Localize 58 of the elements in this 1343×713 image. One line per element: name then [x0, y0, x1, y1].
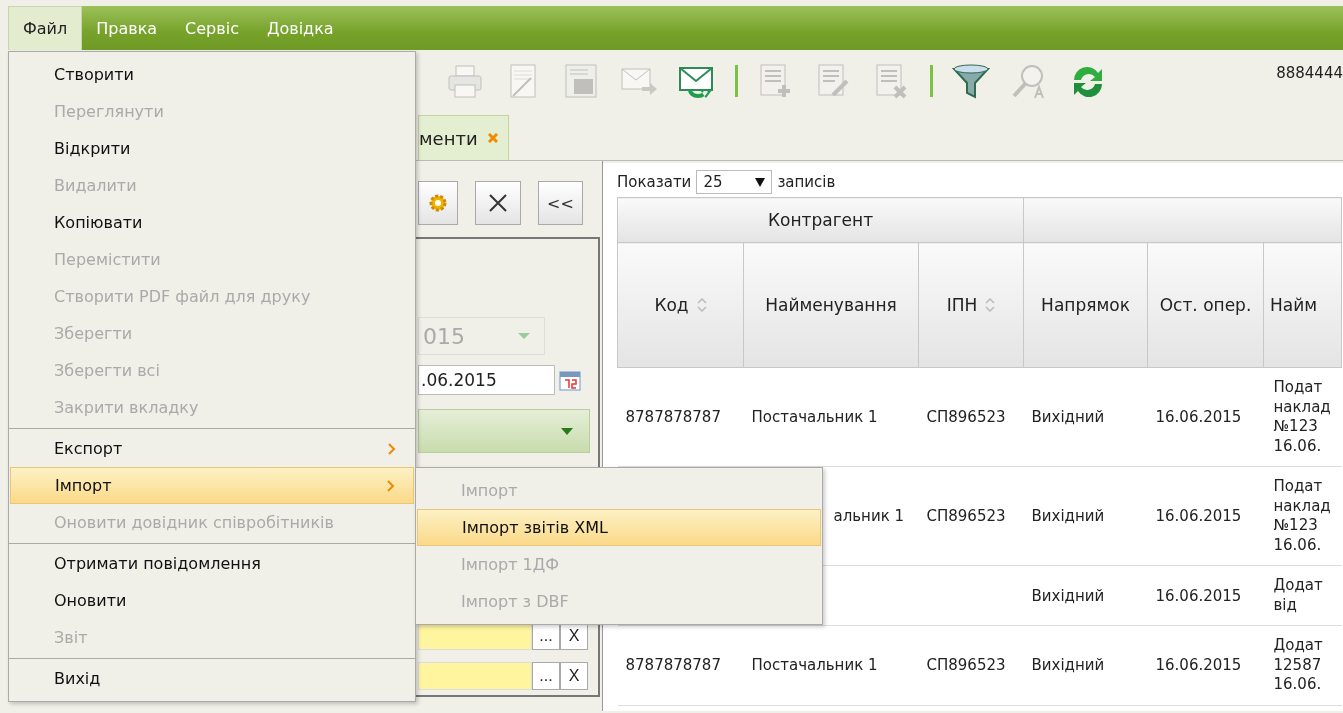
filter-icon [952, 63, 990, 99]
group-header: Контрагент [617, 197, 1024, 243]
table-cell: Подат наклад №123 16.06. [1263, 466, 1342, 566]
table-cell: Додат 12587 16.06. [1263, 625, 1342, 705]
menu-item[interactable]: Створити [10, 56, 414, 93]
menu-item[interactable]: Імпорт звітів XML [417, 509, 821, 546]
column-header[interactable]: Ост. опер. [1147, 242, 1264, 368]
table-cell: Вихідний [1023, 625, 1148, 705]
lookup-field[interactable] [418, 662, 532, 690]
page-size-select[interactable]: 25 [696, 170, 773, 194]
table-cell: СП896523 [918, 367, 1024, 467]
table-cell: Подат наклад №123 16.06. [1263, 367, 1342, 467]
close-icon [487, 133, 498, 143]
table-cell: 8787878787 [617, 367, 744, 467]
table-cell: Постачальник 1 [743, 367, 919, 467]
toolbar-button[interactable] [951, 61, 991, 101]
show-label: Показати [617, 173, 692, 191]
account-number: 8884444 [1276, 64, 1343, 82]
table-cell: Вихідний [1023, 466, 1148, 566]
table-cell: 16.06.2015 [1147, 625, 1264, 705]
dropdown[interactable] [418, 409, 590, 453]
close-button[interactable] [475, 181, 521, 225]
column-header[interactable]: ІПН [918, 242, 1024, 368]
spreadsheet-icon [562, 63, 600, 99]
menu-item[interactable]: Файл [8, 6, 83, 50]
table-cell: 16.06.2015 [1147, 367, 1264, 467]
gear-icon [427, 192, 449, 214]
table-cell: 16.06.2015 [1147, 565, 1264, 626]
column-header[interactable]: Найм [1263, 242, 1342, 368]
printer-icon [446, 63, 484, 99]
column-header[interactable]: Код [617, 242, 744, 368]
table-cell: Додат від [1263, 565, 1342, 626]
table-cell: СП896523 [918, 466, 1024, 566]
table-cell: Вихідний [1023, 565, 1148, 626]
column-header[interactable]: Напрямок [1023, 242, 1148, 368]
menu-item[interactable]: Відкрити [10, 130, 414, 167]
calendar-icon[interactable] [559, 369, 581, 391]
dropdown-arrow-icon [755, 177, 766, 187]
collapse-button[interactable]: << [538, 181, 583, 225]
browse-button[interactable]: ... [532, 662, 560, 690]
table-cell: 16.06.2015 [1147, 466, 1264, 566]
menu-item[interactable]: Імпорт [10, 467, 414, 504]
menu-item[interactable]: Вихід [10, 660, 414, 697]
clear-button[interactable]: X [560, 662, 588, 690]
table-cell: Вихідний [1023, 367, 1148, 467]
settings-button[interactable] [418, 181, 458, 225]
records-label: записів [777, 173, 836, 191]
column-header[interactable]: Найменування [743, 242, 919, 368]
date-field[interactable]: .06.2015 [418, 365, 555, 395]
table-cell: СП896523 [918, 625, 1024, 705]
menu-item[interactable]: Копіювати [10, 204, 414, 241]
dropdown-arrow-icon [561, 427, 573, 435]
menu-item[interactable]: Оновити [10, 582, 414, 619]
document-tab[interactable]: менти [418, 115, 509, 160]
menu-item[interactable]: Отримати повідомлення [10, 545, 414, 582]
dropdown-arrow-icon [518, 333, 530, 339]
close-icon [488, 193, 508, 213]
menu-item[interactable]: Експорт [10, 430, 414, 467]
